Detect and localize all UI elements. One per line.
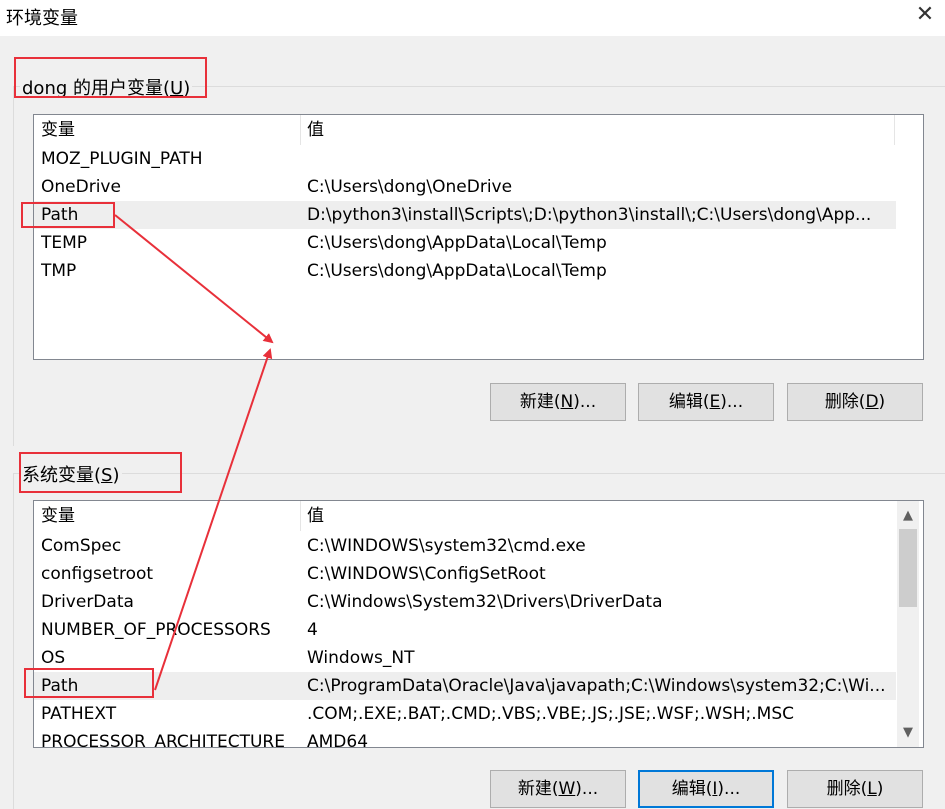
list-item-selected[interactable]: Path D:\python3\install\Scripts\;D:\pyth… xyxy=(34,201,896,229)
variable-name: TMP xyxy=(41,261,77,281)
system-vars-list[interactable]: 变量 值 ComSpec C:\WINDOWS\system32\cmd.exe… xyxy=(33,500,924,748)
system-new-button[interactable]: 新建(W)... xyxy=(490,770,626,808)
user-vars-group-title: dong 的用户变量(U) xyxy=(20,74,193,100)
variable-value: C:\Users\dong\OneDrive xyxy=(307,177,513,197)
variable-value: C:\ProgramData\Oracle\Java\javapath;C:\W… xyxy=(307,676,886,696)
user-edit-button[interactable]: 编辑(E)... xyxy=(638,383,774,421)
user-delete-button[interactable]: 删除(D) xyxy=(787,383,923,421)
variable-name: Path xyxy=(41,676,79,696)
variable-value: C:\WINDOWS\ConfigSetRoot xyxy=(307,564,546,584)
variable-value: C:\Users\dong\AppData\Local\Temp xyxy=(307,261,607,281)
user-new-button[interactable]: 新建(N)... xyxy=(490,383,626,421)
variable-value: C:\Users\dong\AppData\Local\Temp xyxy=(307,233,607,253)
list-item[interactable]: TMP C:\Users\dong\AppData\Local\Temp xyxy=(34,257,896,285)
list-item[interactable]: DriverData C:\Windows\System32\Drivers\D… xyxy=(34,588,896,616)
variable-name: PATHEXT xyxy=(41,704,117,724)
variable-name: PROCESSOR_ARCHITECTURE xyxy=(41,732,285,748)
variable-value: Windows_NT xyxy=(307,648,415,668)
list-item-selected[interactable]: Path C:\ProgramData\Oracle\Java\javapath… xyxy=(34,672,896,700)
variable-name: configsetroot xyxy=(41,564,154,584)
list-item[interactable]: OneDrive C:\Users\dong\OneDrive xyxy=(34,173,896,201)
variable-value: .COM;.EXE;.BAT;.CMD;.VBS;.VBE;.JS;.JSE;.… xyxy=(307,704,795,724)
variable-value: 4 xyxy=(307,620,318,640)
variable-name: MOZ_PLUGIN_PATH xyxy=(41,149,203,169)
system-delete-button[interactable]: 删除(L) xyxy=(787,770,923,808)
window-title: 环境变量 xyxy=(6,8,78,29)
variable-name: ComSpec xyxy=(41,536,122,556)
vertical-scrollbar[interactable]: ▲ ▼ xyxy=(897,501,919,747)
scrollbar-thumb[interactable] xyxy=(899,529,917,607)
system-vars-list-header: 变量 值 xyxy=(34,501,896,531)
list-item[interactable]: NUMBER_OF_PROCESSORS 4 xyxy=(34,616,896,644)
list-item[interactable]: PATHEXT .COM;.EXE;.BAT;.CMD;.VBS;.VBE;.J… xyxy=(34,700,896,728)
variable-name: DriverData xyxy=(41,592,134,612)
column-header-variable[interactable]: 变量 xyxy=(34,115,300,145)
list-item[interactable]: configsetroot C:\WINDOWS\ConfigSetRoot xyxy=(34,560,896,588)
variable-value xyxy=(307,145,889,173)
system-vars-group-title: 系统变量(S) xyxy=(20,461,122,487)
column-header-value[interactable]: 值 xyxy=(300,501,894,531)
close-icon[interactable]: ✕ xyxy=(911,0,939,30)
variable-name: OS xyxy=(41,648,66,668)
column-separator[interactable] xyxy=(894,115,895,145)
column-header-variable[interactable]: 变量 xyxy=(34,501,300,531)
user-vars-list-header: 变量 值 xyxy=(34,115,923,145)
variable-value: AMD64 xyxy=(307,732,369,748)
variable-value: C:\Windows\System32\Drivers\DriverData xyxy=(307,592,663,612)
scroll-up-icon[interactable]: ▲ xyxy=(897,505,919,527)
list-item[interactable]: MOZ_PLUGIN_PATH xyxy=(34,145,896,173)
list-item[interactable]: OS Windows_NT xyxy=(34,644,896,672)
variable-name: OneDrive xyxy=(41,177,121,197)
scroll-down-icon[interactable]: ▼ xyxy=(897,722,919,744)
title-bar: 环境变量 ✕ xyxy=(0,0,945,36)
list-item[interactable]: PROCESSOR_ARCHITECTURE AMD64 xyxy=(34,728,896,748)
user-vars-list[interactable]: 变量 值 MOZ_PLUGIN_PATH OneDrive C:\Users\d… xyxy=(33,114,924,360)
list-item[interactable]: TEMP C:\Users\dong\AppData\Local\Temp xyxy=(34,229,896,257)
variable-value: D:\python3\install\Scripts\;D:\python3\i… xyxy=(307,205,872,225)
variable-name: NUMBER_OF_PROCESSORS xyxy=(41,620,271,640)
system-edit-button[interactable]: 编辑(I)... xyxy=(638,770,774,808)
list-item[interactable]: ComSpec C:\WINDOWS\system32\cmd.exe xyxy=(34,532,896,560)
column-header-value[interactable]: 值 xyxy=(300,115,894,145)
variable-name: Path xyxy=(41,205,79,225)
variable-name: TEMP xyxy=(41,233,88,253)
variable-value: C:\WINDOWS\system32\cmd.exe xyxy=(307,536,586,556)
